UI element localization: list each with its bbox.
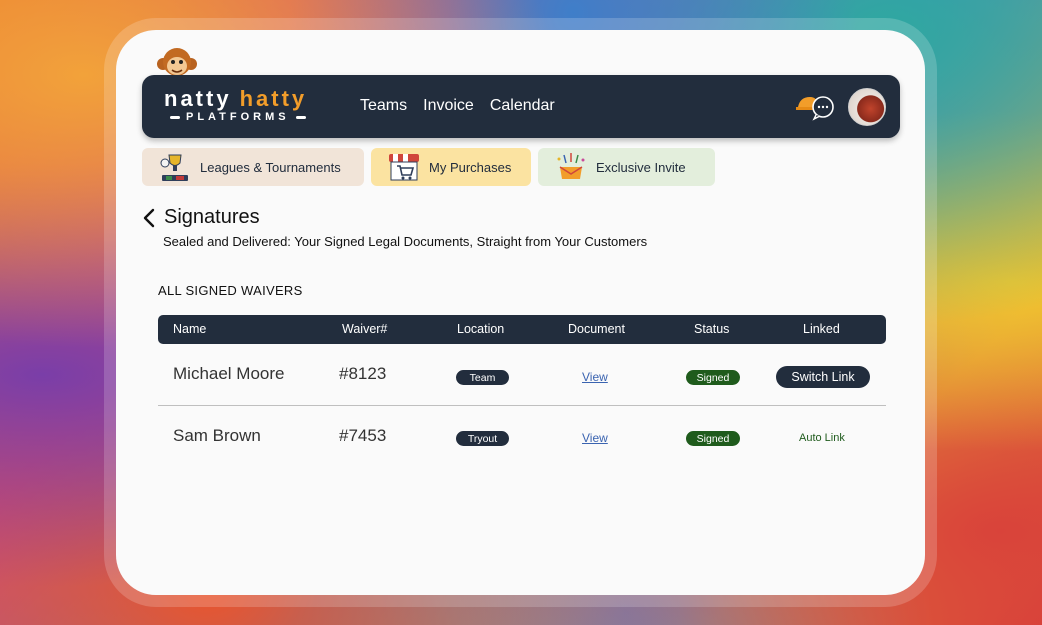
- row-name: Michael Moore: [173, 364, 285, 383]
- waivers-table: Name Waiver# Location Document Status Li…: [158, 315, 886, 467]
- table-row: Michael Moore #8123 Team View Signed Swi…: [158, 344, 886, 406]
- view-document-link[interactable]: View: [582, 431, 608, 445]
- status-badge: Signed: [686, 431, 740, 446]
- view-document-link[interactable]: View: [582, 370, 608, 384]
- brand-word-1: natty: [164, 86, 232, 111]
- tagline-dash-right: [295, 115, 306, 119]
- chevron-left-icon[interactable]: [142, 208, 156, 228]
- category-tabs: Leagues & Tournaments My Purchases Exclu…: [142, 148, 715, 186]
- nav-link-teams[interactable]: Teams: [360, 97, 407, 115]
- column-header-status: Status: [694, 322, 730, 336]
- shop-cart-icon: [389, 154, 419, 181]
- table-header: Name Waiver# Location Document Status Li…: [158, 315, 886, 344]
- row-name: Sam Brown: [173, 426, 261, 445]
- section-label: ALL SIGNED WAIVERS: [158, 283, 303, 298]
- page-title: Signatures: [164, 206, 260, 228]
- tab-leagues-tournaments[interactable]: Leagues & Tournaments: [142, 148, 364, 186]
- page-header: Signatures: [142, 206, 260, 229]
- column-header-name: Name: [173, 322, 207, 336]
- trophy-icon: [160, 154, 188, 181]
- tab-label: Exclusive Invite: [596, 159, 686, 175]
- switch-link-button[interactable]: Switch Link: [776, 366, 870, 388]
- auto-link-label: Auto Link: [799, 432, 845, 444]
- column-header-linked: Linked: [803, 322, 840, 336]
- brand-logo[interactable]: natty hatty: [164, 86, 307, 112]
- location-badge: Team: [456, 370, 509, 385]
- location-badge: Tryout: [456, 431, 509, 446]
- brand-word-2: hatty: [239, 86, 308, 111]
- tagline-dash-left: [170, 115, 180, 119]
- user-avatar[interactable]: [848, 88, 886, 126]
- column-header-document: Document: [568, 322, 625, 336]
- table-row: Sam Brown #7453 Tryout View Signed Auto …: [158, 406, 886, 467]
- tab-my-purchases[interactable]: My Purchases: [371, 148, 531, 186]
- brand-tagline-text: PLATFORMS: [186, 111, 290, 123]
- main-card: natty hatty PLATFORMS Teams Invoice Calen…: [116, 30, 925, 595]
- tab-exclusive-invite[interactable]: Exclusive Invite: [538, 148, 715, 186]
- column-header-location: Location: [457, 322, 505, 336]
- row-waiver-number: #8123: [339, 364, 387, 383]
- page-subtitle: Sealed and Delivered: Your Signed Legal …: [163, 234, 648, 249]
- top-navbar: natty hatty PLATFORMS Teams Invoice Calen…: [142, 75, 900, 138]
- nav-link-calendar[interactable]: Calendar: [490, 97, 555, 115]
- column-header-waiver: Waiver#: [342, 322, 388, 336]
- brand-tagline: PLATFORMS: [170, 111, 306, 123]
- tab-label: My Purchases: [429, 159, 512, 175]
- nav-link-invoice[interactable]: Invoice: [423, 97, 474, 115]
- cap-chat-icon[interactable]: [796, 91, 836, 121]
- status-badge: Signed: [686, 370, 740, 385]
- row-waiver-number: #7453: [339, 426, 387, 445]
- tab-label: Leagues & Tournaments: [200, 159, 341, 175]
- nav-links: Teams Invoice Calendar: [360, 97, 555, 115]
- party-invite-icon: [557, 153, 585, 179]
